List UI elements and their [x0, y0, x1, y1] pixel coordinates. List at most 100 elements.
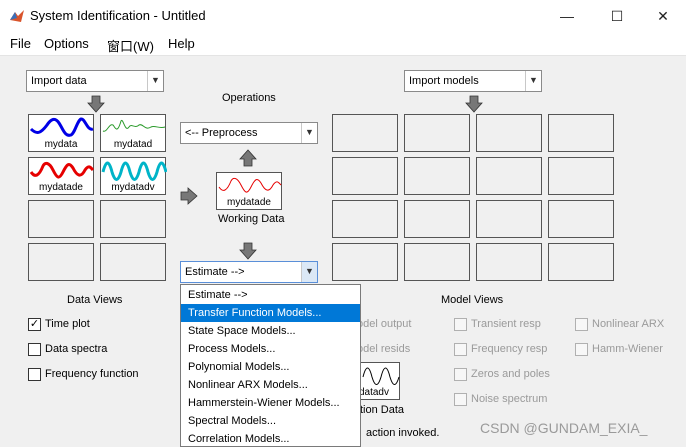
model-slot[interactable] [332, 114, 398, 152]
chevron-down-icon: ▼ [147, 71, 163, 91]
import-models-label: Import models [409, 75, 479, 87]
working-data-label: Working Data [218, 213, 285, 225]
checkbox-label: Zeros and poles [471, 368, 550, 380]
checkbox-box: ✓ [28, 318, 41, 331]
arrow-right-icon [180, 187, 198, 205]
model-slot[interactable] [404, 200, 470, 238]
estimate-option[interactable]: Estimate --> [181, 286, 360, 304]
checkbox-label: Time plot [45, 318, 90, 330]
import-models-dropdown[interactable]: Import models ▼ [404, 70, 542, 92]
empty-data-slot[interactable] [28, 243, 94, 281]
estimate-option-spectral[interactable]: Spectral Models... [181, 412, 360, 430]
model-slot[interactable] [404, 243, 470, 281]
data-tile-mydatadv[interactable]: mydatadv [100, 157, 167, 195]
signal-plot-mydatad [102, 119, 166, 132]
empty-data-slot[interactable] [100, 200, 166, 238]
model-slot[interactable] [332, 157, 398, 195]
checkbox-label: odel output [357, 318, 412, 330]
estimate-option-hammerstein-wiener[interactable]: Hammerstein-Wiener Models... [181, 394, 360, 412]
signal-plot-working-data [218, 177, 282, 193]
checkbox-box [454, 368, 467, 381]
tile-label: mydatadv [111, 182, 155, 193]
checkbox-box [28, 368, 41, 381]
checkbox-box [575, 318, 588, 331]
estimate-option-nonlinear-arx[interactable]: Nonlinear ARX Models... [181, 376, 360, 394]
data-tile-mydata[interactable]: mydata [28, 114, 94, 152]
estimate-dropdown[interactable]: Estimate --> ▼ [180, 261, 318, 283]
estimate-label: Estimate --> [185, 266, 245, 278]
chevron-down-icon: ▼ [525, 71, 541, 91]
watermark-text: CSDN @GUNDAM_EXIA_ [480, 420, 648, 436]
menu-window[interactable]: 窗口(W) [107, 36, 154, 55]
estimate-option-state-space[interactable]: State Space Models... [181, 322, 360, 340]
model-slot[interactable] [476, 243, 542, 281]
menu-file[interactable]: File [10, 36, 31, 51]
data-tile-mydatad[interactable]: mydatad [100, 114, 166, 152]
tile-label: mydata [44, 139, 78, 150]
menu-bar: File Options 窗口(W) Help [0, 32, 686, 56]
signal-plot-mydata [29, 117, 94, 137]
checkbox-label: Frequency resp [471, 343, 548, 355]
tile-label: mydatade [227, 197, 271, 208]
minimize-button[interactable]: — [552, 4, 582, 28]
model-slot[interactable] [476, 114, 542, 152]
checkbox-box [454, 318, 467, 331]
estimate-options-list[interactable]: Estimate --> Transfer Function Models...… [180, 284, 361, 447]
operations-label: Operations [222, 92, 276, 104]
chevron-down-icon: ▼ [301, 262, 317, 282]
checkbox-label: Hamm-Wiener [592, 343, 663, 355]
estimate-option-transfer-function[interactable]: Transfer Function Models... [181, 304, 360, 322]
status-text: action invoked. [366, 427, 440, 439]
validation-data-label: tion Data [360, 404, 405, 416]
menu-options[interactable]: Options [44, 36, 89, 51]
empty-data-slot[interactable] [28, 200, 94, 238]
import-data-label: Import data [31, 75, 87, 87]
model-slot[interactable] [476, 157, 542, 195]
checkbox-box [454, 393, 467, 406]
estimate-option-correlation[interactable]: Correlation Models... [181, 430, 360, 446]
arrow-up-icon [239, 149, 257, 167]
checkbox-label: odel resids [357, 343, 411, 355]
model-slot[interactable] [404, 157, 470, 195]
checkbox-box [454, 343, 467, 356]
model-slot[interactable] [476, 200, 542, 238]
model-slot[interactable] [404, 114, 470, 152]
menu-help[interactable]: Help [168, 36, 195, 51]
checkbox-label: Data spectra [45, 343, 108, 355]
window-title: System Identification - Untitled [30, 8, 206, 23]
checkbox-label: Frequency function [45, 368, 139, 380]
model-views-label: Model Views [441, 294, 504, 306]
signal-plot-mydatadv [101, 161, 167, 181]
checkbox-label: Transient resp [471, 318, 541, 330]
close-button[interactable]: ✕ [648, 4, 678, 28]
chevron-down-icon: ▼ [301, 123, 317, 143]
estimate-option-polynomial[interactable]: Polynomial Models... [181, 358, 360, 376]
matlab-app-icon [10, 10, 24, 22]
arrow-down-icon [239, 242, 257, 260]
model-slot[interactable] [548, 200, 614, 238]
data-tile-mydatade[interactable]: mydatade [28, 157, 95, 195]
tile-label: mydatade [39, 182, 83, 193]
arrow-down-icon [87, 95, 105, 113]
checkbox-box [28, 343, 41, 356]
model-slot[interactable] [332, 243, 398, 281]
signal-plot-mydatade [29, 161, 95, 179]
arrow-down-icon [465, 95, 483, 113]
model-slot[interactable] [332, 200, 398, 238]
checkbox-label: Nonlinear ARX [592, 318, 665, 330]
checkbox-box [575, 343, 588, 356]
empty-data-slot[interactable] [100, 243, 166, 281]
estimate-option-process[interactable]: Process Models... [181, 340, 360, 358]
title-bar: System Identification - Untitled — ☐ ✕ [0, 0, 686, 32]
preprocess-label: <-- Preprocess [185, 127, 258, 139]
tile-label: mydatad [113, 139, 153, 150]
checkbox-label: Noise spectrum [471, 393, 548, 405]
working-data-tile[interactable]: mydatade [216, 172, 282, 210]
import-data-dropdown[interactable]: Import data ▼ [26, 70, 164, 92]
data-views-label: Data Views [67, 294, 123, 306]
model-slot[interactable] [548, 114, 614, 152]
maximize-button[interactable]: ☐ [602, 4, 632, 28]
model-slot[interactable] [548, 157, 614, 195]
model-slot[interactable] [548, 243, 614, 281]
preprocess-dropdown[interactable]: <-- Preprocess ▼ [180, 122, 318, 144]
